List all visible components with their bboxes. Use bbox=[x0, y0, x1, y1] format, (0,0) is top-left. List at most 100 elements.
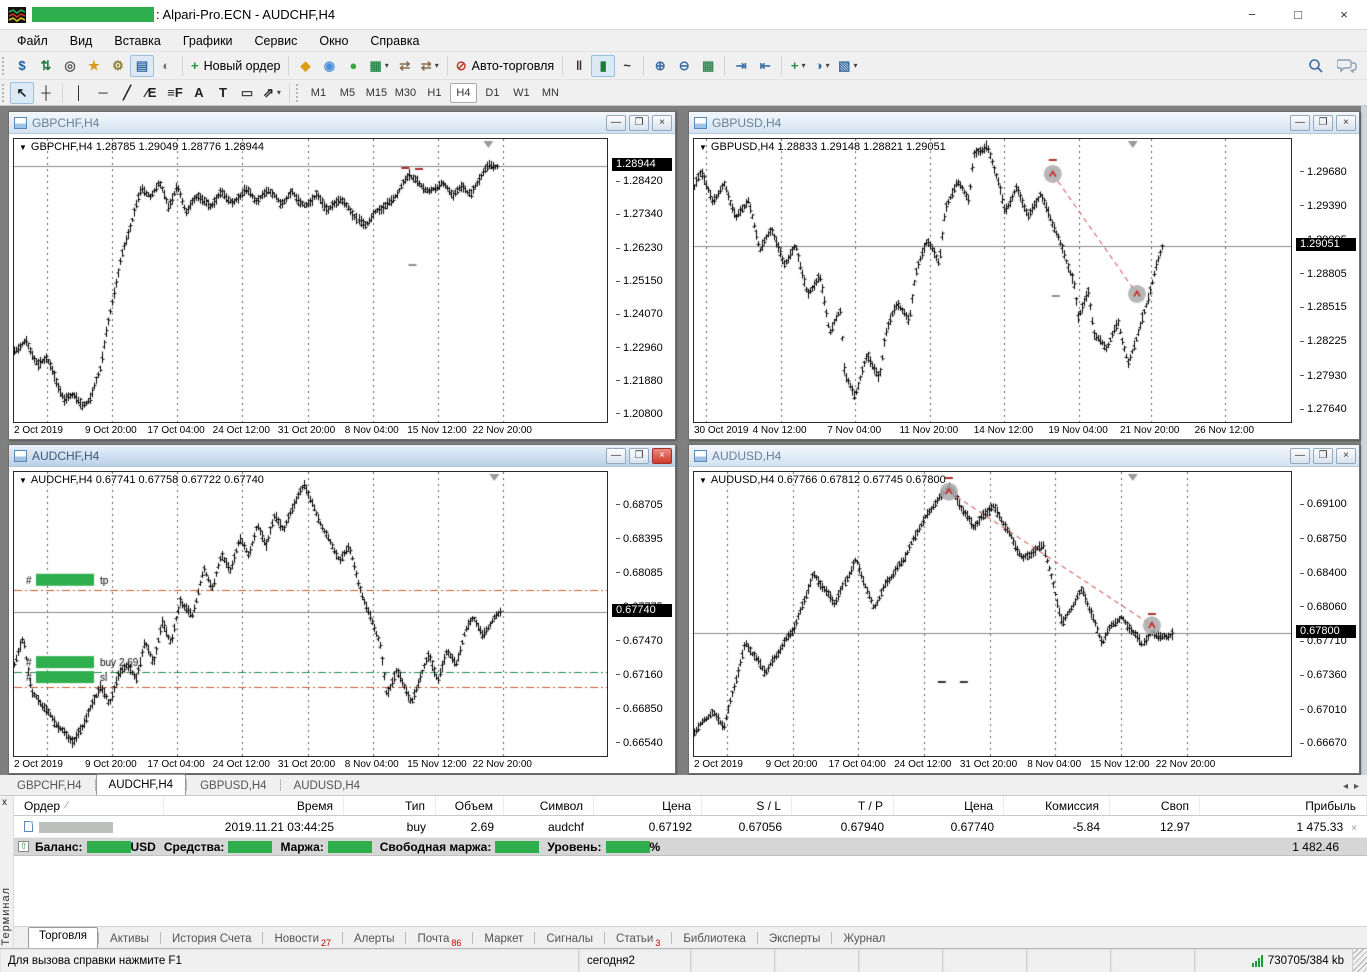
price-chart-canvas[interactable] bbox=[694, 139, 1291, 422]
signals-icon[interactable]: ● bbox=[341, 55, 365, 77]
chart-close-button[interactable]: × bbox=[1336, 448, 1356, 464]
chart-restore-button[interactable]: ❐ bbox=[1313, 448, 1333, 464]
templates-menu-button[interactable]: ▧▾ bbox=[834, 55, 861, 77]
chart-window-audchf[interactable]: AUDCHF,H4—❐× ▼AUDCHF,H4 0.67741 0.67758 0… bbox=[8, 444, 676, 774]
shapes-icon[interactable]: ▭ bbox=[235, 82, 259, 104]
chart-restore-button[interactable]: ❐ bbox=[1313, 115, 1333, 131]
community-icon[interactable]: ◉ bbox=[317, 55, 341, 77]
terminal-tab-4[interactable]: Алерты bbox=[343, 930, 405, 948]
chat-icon[interactable] bbox=[1337, 57, 1357, 75]
strategy-tester-icon[interactable]: ◐ bbox=[154, 55, 178, 77]
menu-item-insert[interactable]: Вставка bbox=[103, 32, 171, 50]
menu-item-charts[interactable]: Графики bbox=[172, 32, 244, 50]
autotrading-button[interactable]: ⊘Авто-торговля bbox=[452, 55, 558, 77]
menu-item-help[interactable]: Справка bbox=[359, 32, 430, 50]
chart-tab-audchf[interactable]: AUDCHF,H4 bbox=[96, 774, 187, 795]
close-button[interactable]: × bbox=[1321, 0, 1367, 29]
chart-plot-area[interactable]: ▼AUDUSD,H4 0.67766 0.67812 0.67745 0.678… bbox=[693, 471, 1292, 757]
label-icon[interactable]: T bbox=[211, 82, 235, 104]
accounts-icon[interactable]: ⚙ bbox=[106, 55, 130, 77]
indicators-button[interactable]: +▾ bbox=[786, 55, 810, 77]
terminal-tab-6[interactable]: Маркет bbox=[473, 930, 534, 948]
chart-plot-area[interactable]: ▼GBPUSD,H4 1.28833 1.29148 1.28821 1.290… bbox=[693, 138, 1292, 423]
terminal-tab-8[interactable]: Статьи3 bbox=[605, 930, 671, 948]
chart-tab-audusd[interactable]: AUDUSD,H4 bbox=[281, 776, 373, 795]
minimize-button[interactable]: − bbox=[1229, 0, 1275, 29]
tile-windows-icon[interactable]: ▦ bbox=[696, 55, 720, 77]
column-tp[interactable]: T / P bbox=[792, 796, 894, 815]
column-order[interactable]: Ордер∕ bbox=[14, 796, 164, 815]
price-chart-canvas[interactable] bbox=[694, 472, 1291, 756]
chart-close-button[interactable]: × bbox=[1336, 115, 1356, 131]
column-current-price[interactable]: Цена bbox=[894, 796, 1004, 815]
close-position-icon[interactable]: × bbox=[1351, 823, 1357, 834]
terminal-tab-7[interactable]: Сигналы bbox=[535, 930, 604, 948]
chart-window-titlebar[interactable]: AUDCHF,H4—❐× bbox=[9, 445, 675, 467]
price-chart-canvas[interactable] bbox=[14, 139, 607, 422]
terminal-tab-trade[interactable]: Торговля bbox=[28, 927, 98, 948]
resize-grip[interactable] bbox=[1353, 949, 1367, 972]
terminal-tab-5[interactable]: Почта86 bbox=[406, 930, 472, 948]
arrows-icon[interactable]: ⇗▾ bbox=[259, 82, 285, 104]
chart-shift-icon[interactable]: ⇤ bbox=[753, 55, 777, 77]
chart-window-titlebar[interactable]: GBPCHF,H4—❐× bbox=[9, 112, 675, 134]
column-sl[interactable]: S / L bbox=[702, 796, 792, 815]
text-icon[interactable]: A bbox=[187, 82, 211, 104]
new-chart-button[interactable]: ▦▾ bbox=[365, 55, 392, 77]
chevron-down-icon[interactable]: ▾ bbox=[826, 61, 830, 70]
menu-item-window[interactable]: Окно bbox=[308, 32, 359, 50]
zoom-out-icon[interactable]: ⊖ bbox=[672, 55, 696, 77]
market-watch-icon[interactable]: $ bbox=[10, 55, 34, 77]
timeframe-button-w1[interactable]: W1 bbox=[508, 83, 535, 103]
timeframe-button-m15[interactable]: M15 bbox=[363, 83, 390, 103]
templates-button[interactable]: ⇄▾ bbox=[417, 55, 443, 77]
price-chart-canvas[interactable] bbox=[14, 472, 607, 756]
price-scale[interactable]: 0.691000.687500.684000.680600.677100.673… bbox=[1294, 471, 1358, 757]
scroll-right-icon[interactable]: ▸ bbox=[1354, 781, 1359, 792]
timeframe-button-m30[interactable]: M30 bbox=[392, 83, 419, 103]
cursor-icon[interactable]: ↖ bbox=[10, 82, 34, 104]
chart-minimize-button[interactable]: — bbox=[1290, 448, 1310, 464]
chart-close-button[interactable]: × bbox=[652, 115, 672, 131]
timeframe-button-m5[interactable]: M5 bbox=[334, 83, 361, 103]
line-chart-icon[interactable]: ~ bbox=[615, 55, 639, 77]
terminal-panel-icon[interactable]: ▤ bbox=[130, 55, 154, 77]
trendline-icon[interactable]: ╱ bbox=[115, 82, 139, 104]
timeframe-button-m1[interactable]: M1 bbox=[305, 83, 332, 103]
terminal-tab-3[interactable]: Новости27 bbox=[263, 930, 342, 948]
chevron-down-icon[interactable]: ▼ bbox=[19, 476, 27, 485]
chart-window-audusd[interactable]: AUDUSD,H4—❐× ▼AUDUSD,H4 0.67766 0.67812 0… bbox=[688, 444, 1360, 774]
chart-minimize-button[interactable]: — bbox=[606, 115, 626, 131]
chart-window-gbpusd[interactable]: GBPUSD,H4—❐×▼GBPUSD,H4 1.28833 1.29148 1… bbox=[688, 111, 1360, 440]
channel-icon[interactable]: ∕E bbox=[139, 82, 163, 104]
menu-item-service[interactable]: Сервис bbox=[244, 32, 309, 50]
time-scale[interactable]: 2 Oct 20199 Oct 20:0017 Oct 04:0024 Oct … bbox=[13, 758, 608, 773]
chart-close-button[interactable]: × bbox=[652, 448, 672, 464]
terminal-tab-2[interactable]: История Счета bbox=[161, 930, 263, 948]
chart-restore-button[interactable]: ❐ bbox=[629, 448, 649, 464]
column-swap[interactable]: Своп bbox=[1110, 796, 1200, 815]
fibonacci-icon[interactable]: ≡F bbox=[163, 82, 187, 104]
chart-restore-button[interactable]: ❐ bbox=[629, 115, 649, 131]
terminal-tab-10[interactable]: Эксперты bbox=[758, 930, 831, 948]
metaeditor-icon[interactable]: ◆ bbox=[293, 55, 317, 77]
chevron-down-icon[interactable]: ▾ bbox=[277, 88, 281, 97]
mdi-scrollbar[interactable] bbox=[1361, 106, 1367, 775]
time-scale[interactable]: 2 Oct 20199 Oct 20:0017 Oct 04:0024 Oct … bbox=[693, 758, 1292, 773]
maximize-button[interactable]: □ bbox=[1275, 0, 1321, 29]
search-icon[interactable] bbox=[1307, 57, 1325, 75]
chevron-down-icon[interactable]: ▾ bbox=[801, 61, 805, 70]
column-open-price[interactable]: Цена bbox=[594, 796, 702, 815]
timeframe-button-h1[interactable]: H1 bbox=[421, 83, 448, 103]
vertical-line-icon[interactable]: │ bbox=[67, 82, 91, 104]
time-scale[interactable]: 30 Oct 20194 Nov 12:007 Nov 04:0011 Nov … bbox=[693, 424, 1292, 439]
favorites-icon[interactable]: ★ bbox=[82, 55, 106, 77]
candlestick-icon[interactable]: ▮ bbox=[591, 55, 615, 77]
column-volume[interactable]: Объем bbox=[436, 796, 504, 815]
chevron-down-icon[interactable]: ▾ bbox=[853, 61, 857, 70]
chart-window-titlebar[interactable]: AUDUSD,H4—❐× bbox=[689, 445, 1359, 467]
time-scale[interactable]: 2 Oct 20199 Oct 20:0017 Oct 04:0024 Oct … bbox=[13, 424, 608, 439]
terminal-tab-1[interactable]: Активы bbox=[99, 930, 160, 948]
chart-plot-area[interactable]: ▼AUDCHF,H4 0.67741 0.67758 0.67722 0.677… bbox=[13, 471, 608, 757]
timeframe-button-d1[interactable]: D1 bbox=[479, 83, 506, 103]
